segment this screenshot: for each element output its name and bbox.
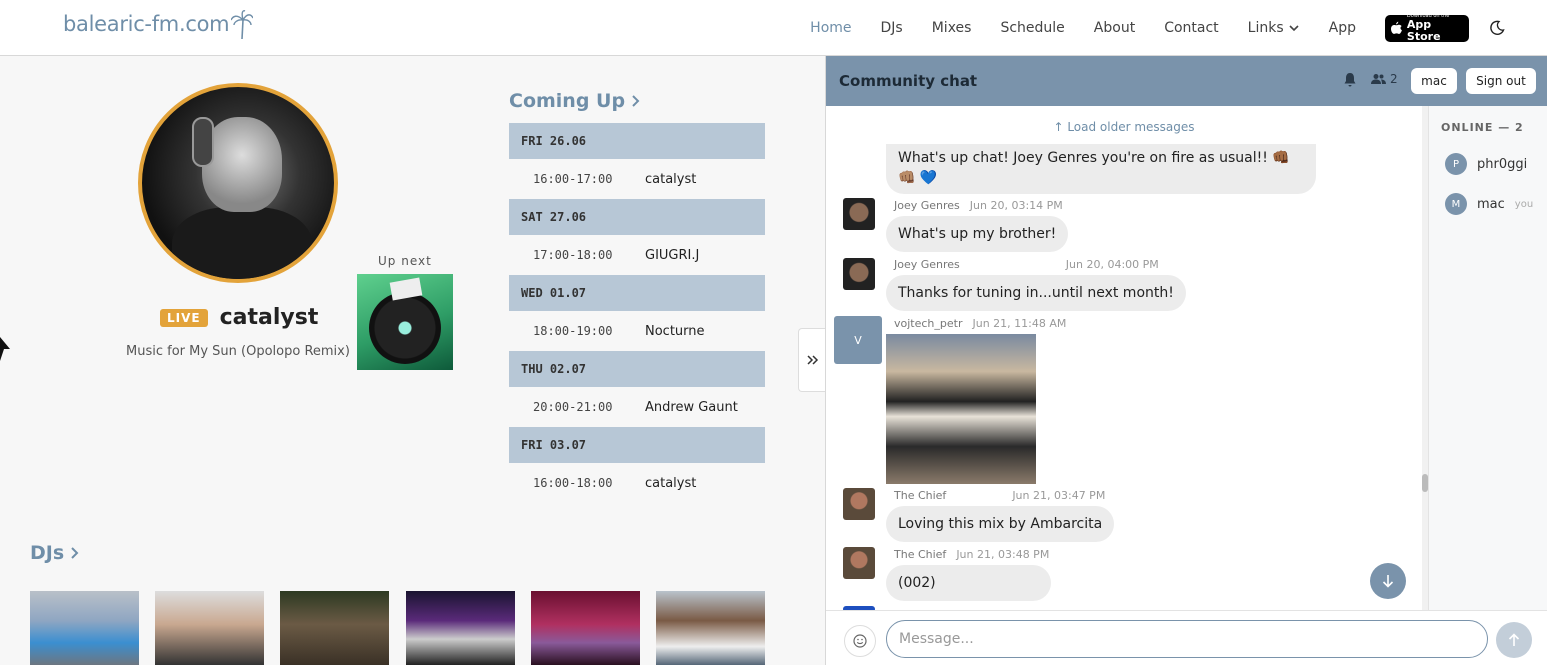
arrow-up-icon [1508,633,1520,646]
online-user[interactable]: M mac you [1445,193,1533,215]
nav-mixes[interactable]: Mixes [932,20,972,36]
dj-thumbnail[interactable] [656,591,765,665]
message-avatar[interactable] [843,198,875,230]
nav-app[interactable]: App [1329,20,1356,36]
online-user[interactable]: P phr0ggi [1445,153,1527,175]
message-bubble: What's up my brother! [886,216,1069,252]
scroll-to-bottom-button[interactable] [1370,563,1406,599]
chevron-down-icon [1289,25,1299,32]
dark-mode-moon-icon[interactable] [1489,20,1505,36]
navbar: balearic-fm.com Home DJs Mixes Schedule … [0,0,1547,56]
schedule-slot[interactable]: 20:00-21:00 Andrew Gaunt [509,387,765,427]
message-avatar[interactable] [843,258,875,290]
dj-thumbnail[interactable] [406,591,515,665]
up-next-artwork[interactable] [357,274,453,370]
message-avatar[interactable]: V [834,316,882,364]
message-list: ↑ Load older messages What's up chat! Jo… [826,106,1422,610]
schedule-slot[interactable]: 17:00-18:00 GIUGRI.J [509,235,765,275]
dj-thumbnail[interactable] [531,591,640,665]
palm-icon [231,10,253,40]
user-menu-button[interactable]: mac [1411,68,1457,94]
chat-title: Community chat [839,72,978,90]
mouse-cursor-icon [0,337,10,361]
schedule-day: WED 01.07 [509,275,765,311]
message-avatar[interactable] [843,547,875,579]
nav-home[interactable]: Home [810,20,851,36]
chevron-right-icon [632,95,640,107]
message-meta: vojtech_petr Jun 21, 11:48 AM [894,317,1067,330]
nav-schedule[interactable]: Schedule [1000,20,1064,36]
message-avatar[interactable] [843,488,875,520]
apple-icon [1391,21,1402,34]
schedule-slot[interactable]: 16:00-17:00 catalyst [509,159,765,199]
djs-section-title[interactable]: DJs [30,542,80,564]
message-bubble: Thanks for tuning in...until next month! [886,275,1186,311]
load-older-messages[interactable]: ↑ Load older messages [826,120,1422,134]
sign-out-button[interactable]: Sign out [1466,68,1536,94]
schedule-day: FRI 03.07 [509,427,765,463]
message-bubble: What's up chat! Joey Genres you're on fi… [886,144,1316,194]
schedule-slot[interactable]: 18:00-19:00 Nocturne [509,311,765,351]
online-title: ONLINE — 2 [1441,121,1524,134]
live-row: LIVE catalyst [160,305,318,330]
live-dj-name[interactable]: catalyst [220,305,319,330]
live-dj-avatar[interactable] [138,83,338,283]
live-badge: LIVE [160,308,208,327]
user-avatar: M [1445,193,1467,215]
message-bubble: (002) [886,565,1051,601]
online-users-panel: ONLINE — 2 P phr0ggi M mac you [1428,106,1547,610]
smiley-icon [853,634,867,648]
up-next-label: Up next [378,254,432,268]
message-image[interactable] [886,334,1036,484]
schedule-slot[interactable]: 16:00-18:00 catalyst [509,463,765,503]
chat-header: Community chat 2 mac Sign out [826,56,1547,106]
chat-composer [826,610,1547,665]
message-input[interactable] [886,620,1488,658]
app-store-badge[interactable]: Download on the App Store [1385,13,1469,43]
dj-thumbnail[interactable] [155,591,264,665]
nav-links-dropdown[interactable]: Links [1248,20,1300,36]
schedule-day: FRI 26.06 [509,123,765,159]
dj-thumbnail[interactable] [280,591,389,665]
double-chevron-right-icon [806,355,818,365]
message-meta: The Chief Jun 21, 03:48 PM [894,548,1050,561]
chat-panel: Community chat 2 mac Sign out ↑ Load old… [825,56,1547,665]
site-logo[interactable]: balearic-fm.com [63,10,253,40]
message-bubble: Loving this mix by Ambarcita [886,506,1115,542]
schedule-day: SAT 27.06 [509,199,765,235]
nav-djs[interactable]: DJs [881,20,903,36]
message-meta: Joey Genres Jun 20, 03:14 PM [894,199,1063,212]
online-users-count[interactable]: 2 [1371,72,1398,86]
send-button[interactable] [1496,622,1532,658]
nav-contact[interactable]: Contact [1164,20,1218,36]
emoji-button[interactable] [844,625,876,657]
arrow-down-icon [1382,575,1394,588]
chevron-right-icon [71,547,79,559]
coming-up-title[interactable]: Coming Up [509,90,641,112]
user-avatar: P [1445,153,1467,175]
current-track: Music for My Sun (Opolopo Remix) [126,344,350,359]
schedule-day: THU 02.07 [509,351,765,387]
message-meta: The Chief Jun 21, 03:47 PM [894,489,1106,502]
collapse-chat-button[interactable] [798,328,826,392]
users-icon [1371,74,1386,84]
nav-about[interactable]: About [1094,20,1135,36]
message-meta: Joey Genres Jun 20, 04:00 PM [894,258,1159,271]
bell-icon[interactable] [1342,72,1358,88]
schedule-list: FRI 26.06 16:00-17:00 catalyst SAT 27.06 … [509,123,765,503]
dj-thumbnail[interactable] [30,591,139,665]
